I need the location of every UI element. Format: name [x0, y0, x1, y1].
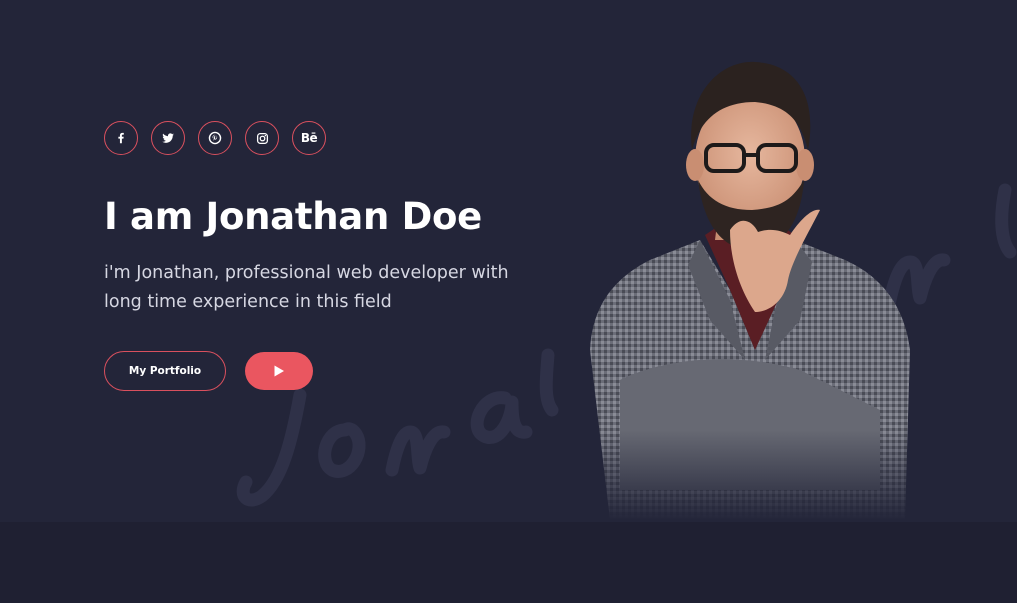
facebook-button[interactable] — [104, 121, 138, 155]
behance-icon: Bē — [300, 131, 318, 145]
my-portfolio-button[interactable]: My Portfolio — [104, 351, 226, 391]
hero-description-line-2: long time experience in this field — [104, 292, 392, 312]
facebook-icon — [118, 132, 124, 144]
pinterest-icon — [208, 131, 222, 145]
play-icon — [274, 365, 284, 377]
page-title: I am Jonathan Doe — [104, 195, 482, 238]
hero-description: i'm Jonathan, professional web developer… — [104, 259, 544, 317]
play-video-button[interactable] — [245, 352, 313, 390]
hero-description-line-1: i'm Jonathan, professional web developer… — [104, 263, 509, 283]
profile-photo — [580, 61, 920, 520]
twitter-icon — [162, 133, 174, 143]
hero-section: Bē I am Jonathan Doe i'm Jonathan, profe… — [0, 0, 1017, 522]
twitter-button[interactable] — [151, 121, 185, 155]
footer-band — [0, 522, 1017, 603]
instagram-icon — [256, 132, 268, 144]
pinterest-button[interactable] — [198, 121, 232, 155]
behance-button[interactable]: Bē — [292, 121, 326, 155]
social-links: Bē — [104, 121, 326, 155]
instagram-button[interactable] — [245, 121, 279, 155]
